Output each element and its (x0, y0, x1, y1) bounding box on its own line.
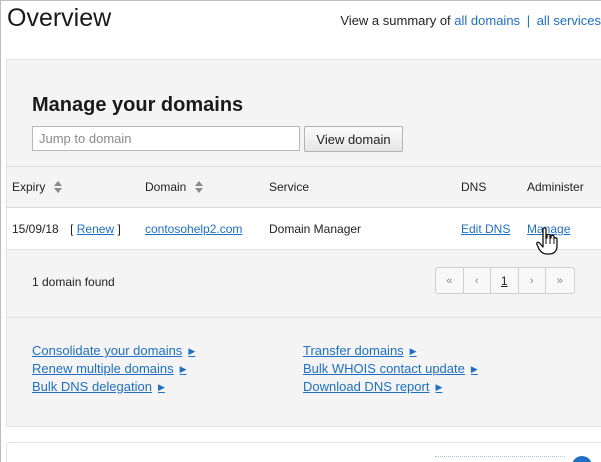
sort-icon (194, 181, 203, 193)
renew-bracket-open: [ (70, 222, 74, 236)
arrow-right-icon: ▶ (409, 346, 417, 356)
domain-link[interactable]: contosohelp2.com (145, 222, 242, 236)
all-domains-link[interactable]: all domains (454, 13, 520, 28)
results-count: 1 domain found (32, 275, 115, 289)
consolidate-domains-label: Consolidate your domains (32, 343, 183, 358)
all-services-link[interactable]: all services (537, 13, 601, 28)
arrow-right-icon: ▶ (435, 382, 443, 392)
column-expiry[interactable]: Expiry (12, 180, 62, 194)
renew-bracket-close: ] (117, 222, 121, 236)
manage-domains-panel: Manage your domains View domain Expiry D… (6, 59, 601, 427)
bulk-whois-label: Bulk WHOIS contact update (303, 361, 465, 376)
consolidate-domains-link[interactable]: Consolidate your domains ▶ (32, 343, 195, 358)
faint-link-line (435, 456, 565, 462)
next-page-button[interactable]: › (519, 268, 546, 293)
expiry-date: 15/09/18 (12, 222, 59, 236)
bulk-whois-update-link[interactable]: Bulk WHOIS contact update ▶ (303, 361, 478, 376)
page-title: Overview (7, 4, 112, 32)
download-dns-report-link[interactable]: Download DNS report ▶ (303, 379, 442, 394)
summary-separator: | (526, 13, 531, 28)
edit-dns-link[interactable]: Edit DNS (461, 222, 510, 236)
last-page-button[interactable]: » (546, 268, 574, 293)
column-service: Service (269, 180, 310, 194)
prev-page-button[interactable]: ‹ (464, 268, 491, 293)
renew-link[interactable]: Renew (77, 222, 114, 236)
manage-domains-heading: Manage your domains (32, 94, 244, 116)
info-icon[interactable] (572, 456, 592, 462)
renew-multiple-label: Renew multiple domains (32, 361, 174, 376)
bulk-dns-delegation-link[interactable]: Bulk DNS delegation ▶ (32, 379, 165, 394)
current-page-button[interactable]: 1 (491, 268, 519, 293)
table-header: Expiry Domain Service DNS Administer (7, 166, 601, 208)
renew-multiple-domains-link[interactable]: Renew multiple domains ▶ (32, 361, 187, 376)
domain-cell: contosohelp2.com (145, 222, 242, 236)
arrow-right-icon: ▶ (157, 382, 165, 392)
table-row: 15/09/18 [ Renew ] contosohelp2.com Doma… (7, 208, 601, 250)
column-administer: Administer (527, 180, 584, 194)
section-divider (7, 317, 601, 318)
column-expiry-label: Expiry (12, 180, 46, 194)
summary-links: View a summary of all domains | all serv… (340, 13, 601, 28)
view-domain-button[interactable]: View domain (304, 126, 403, 152)
transfer-domains-link[interactable]: Transfer domains ▶ (303, 343, 417, 358)
summary-prefix: View a summary of (340, 13, 451, 28)
dns-cell: Edit DNS (461, 222, 510, 236)
bulk-dns-label: Bulk DNS delegation (32, 379, 152, 394)
jump-to-domain-input[interactable] (32, 126, 300, 151)
hand-pointer-icon (536, 227, 558, 255)
column-domain-label: Domain (145, 180, 187, 194)
pagination: « ‹ 1 › » (435, 267, 575, 294)
first-page-button[interactable]: « (436, 268, 464, 293)
column-domain[interactable]: Domain (145, 180, 203, 194)
column-dns: DNS (461, 180, 487, 194)
transfer-domains-label: Transfer domains (303, 343, 404, 358)
arrow-right-icon: ▶ (188, 346, 196, 356)
service-cell: Domain Manager (269, 222, 362, 236)
arrow-right-icon: ▶ (470, 364, 478, 374)
arrow-right-icon: ▶ (179, 364, 187, 374)
next-panel (6, 442, 601, 462)
sort-icon (53, 181, 62, 193)
expiry-cell: 15/09/18 [ Renew ] (12, 222, 121, 236)
download-dns-label: Download DNS report (303, 379, 430, 394)
